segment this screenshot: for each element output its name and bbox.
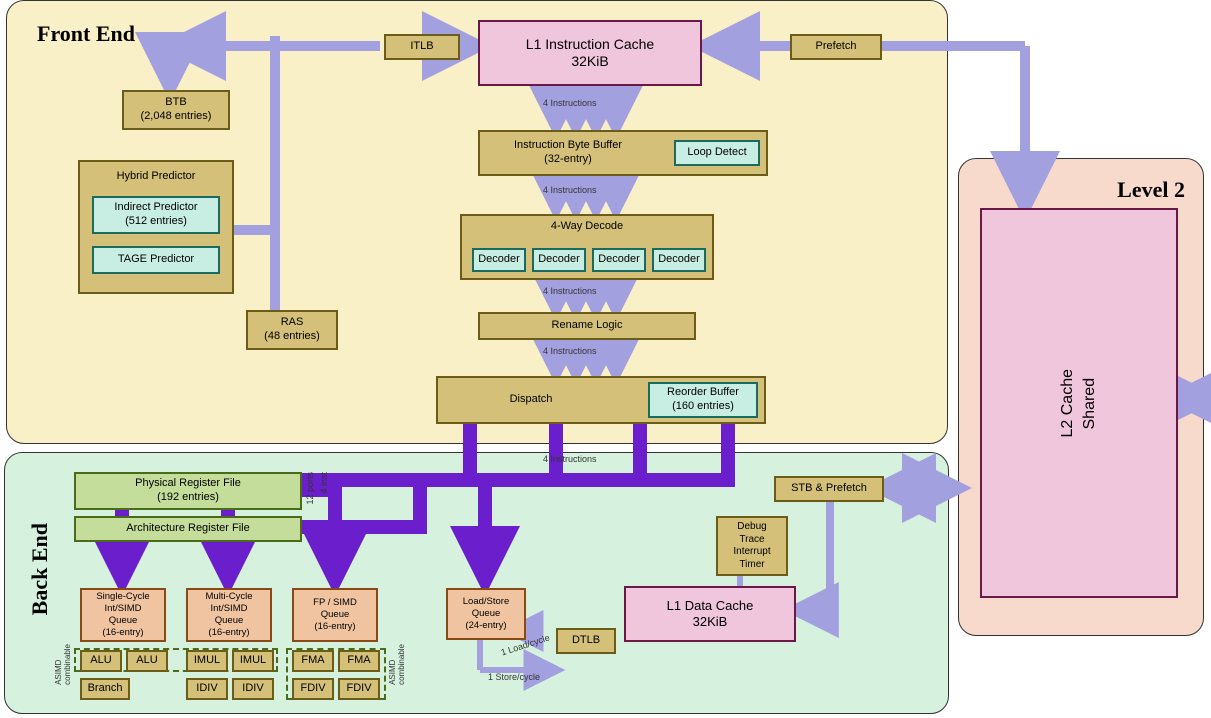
indirect-l1: Indirect Predictor [114,201,197,215]
box-stb-prefetch: STB & Prefetch [774,476,884,502]
box-loop-detect: Loop Detect [674,140,760,166]
box-debug: Debug Trace Interrupt Timer [716,516,788,576]
rob-l2: (160 entries) [672,400,734,414]
box-fma-1: FMA [338,650,380,672]
box-l1i-cache: L1 Instruction Cache 32KiB [478,20,702,86]
box-queue-fp: FP / SIMD Queue (16-entry) [292,588,378,642]
box-queue-multi: Multi-Cycle Int/SIMD Queue (16-entry) [186,588,272,642]
btb-l1: BTB [165,96,186,110]
debug-l1: Debug [737,521,766,534]
btb-l2: (2,048 entries) [141,110,212,124]
lbl-12ports: 12 ports [305,472,315,505]
l1i-line1: L1 Instruction Cache [526,36,654,54]
box-arf: Architecture Register File [74,516,302,542]
q-ls-l3: (24-entry) [465,620,506,632]
box-l2-cache: L2 Cache Shared [980,208,1178,598]
box-decoder-1: Decoder [532,248,586,272]
debug-l3: Interrupt [733,546,770,559]
q-single-l4: (16-entry) [102,627,143,639]
box-imul-0: IMUL [186,650,228,672]
box-tage-predictor: TAGE Predictor [92,246,220,274]
ras-l2: (48 entries) [264,330,320,344]
box-dtlb: DTLB [556,628,616,654]
box-alu-0: ALU [80,650,122,672]
hybrid-title: Hybrid Predictor [117,170,196,184]
ibb-l1: Instruction Byte Buffer [480,139,656,153]
indirect-l2: (512 entries) [125,215,187,229]
l2-l2: Shared [1080,377,1100,429]
debug-l2: Trace [739,534,764,547]
box-btb: BTB (2,048 entries) [122,90,230,130]
q-multi-l1: Multi-Cycle [206,591,253,603]
box-decoder-3: Decoder [652,248,706,272]
lbl-4instr-2: 4 Instructions [543,185,597,195]
q-multi-l4: (16-entry) [208,627,249,639]
box-branch: Branch [80,678,130,700]
lbl-asimd-right: ASIMD combinable [388,644,406,685]
box-queue-single: Single-Cycle Int/SIMD Queue (16-entry) [80,588,166,642]
box-queue-ls: Load/Store Queue (24-entry) [446,588,526,640]
title-backend: Back End [27,523,53,615]
q-single-l3: Queue [109,615,138,627]
q-fp-l2: Queue [321,609,350,621]
box-indirect-predictor: Indirect Predictor (512 entries) [92,196,220,234]
lbl-4instr-4: 4 Instructions [543,346,597,356]
prf-l1: Physical Register File [135,477,241,491]
box-itlb: ITLB [384,34,460,60]
box-reorder-buffer: Reorder Buffer (160 entries) [648,382,758,418]
dispatch-label: Dispatch [438,393,624,407]
lbl-4instr-1: 4 Instructions [543,98,597,108]
rob-l1: Reorder Buffer [667,386,739,400]
q-single-l1: Single-Cycle [96,591,149,603]
l2-l1: L2 Cache [1058,369,1078,438]
box-decoder-0: Decoder [472,248,526,272]
box-l1d-cache: L1 Data Cache 32KiB [624,586,796,642]
box-prf: Physical Register File (192 entries) [74,472,302,510]
q-fp-l1: FP / SIMD [313,597,357,609]
ras-l1: RAS [281,316,304,330]
box-idiv-0: IDIV [186,678,228,700]
q-multi-l3: Queue [215,615,244,627]
box-ras: RAS (48 entries) [246,310,338,350]
box-fma-0: FMA [292,650,334,672]
title-frontend: Front End [37,21,135,47]
box-prefetch: Prefetch [790,34,882,60]
q-ls-l2: Queue [472,608,501,620]
box-rename: Rename Logic [478,312,696,340]
l1d-l1: L1 Data Cache [667,598,754,614]
box-alu-1: ALU [126,650,168,672]
debug-l4: Timer [739,559,764,572]
q-multi-l2: Int/SIMD [211,603,248,615]
box-idiv-1: IDIV [232,678,274,700]
decode-title: 4-Way Decode [551,220,623,234]
lbl-4inst: 4 inst [319,472,329,494]
box-fdiv-1: FDIV [338,678,380,700]
lbl-4instr-3: 4 Instructions [543,286,597,296]
ibb-l2: (32-entry) [480,153,656,167]
lbl-4instr-5: 4 Instructions [543,454,597,464]
q-fp-l3: (16-entry) [314,621,355,633]
box-decoder-2: Decoder [592,248,646,272]
title-level2: Level 2 [1117,177,1185,203]
lbl-asimd-left: ASIMD combinable [54,644,72,685]
box-fdiv-0: FDIV [292,678,334,700]
lbl-1store: 1 Store/cycle [488,672,540,682]
l1d-l2: 32KiB [693,614,728,630]
l1i-line2: 32KiB [571,53,608,71]
box-imul-1: IMUL [232,650,274,672]
q-single-l2: Int/SIMD [105,603,142,615]
prf-l2: (192 entries) [157,491,219,505]
q-ls-l1: Load/Store [463,596,509,608]
